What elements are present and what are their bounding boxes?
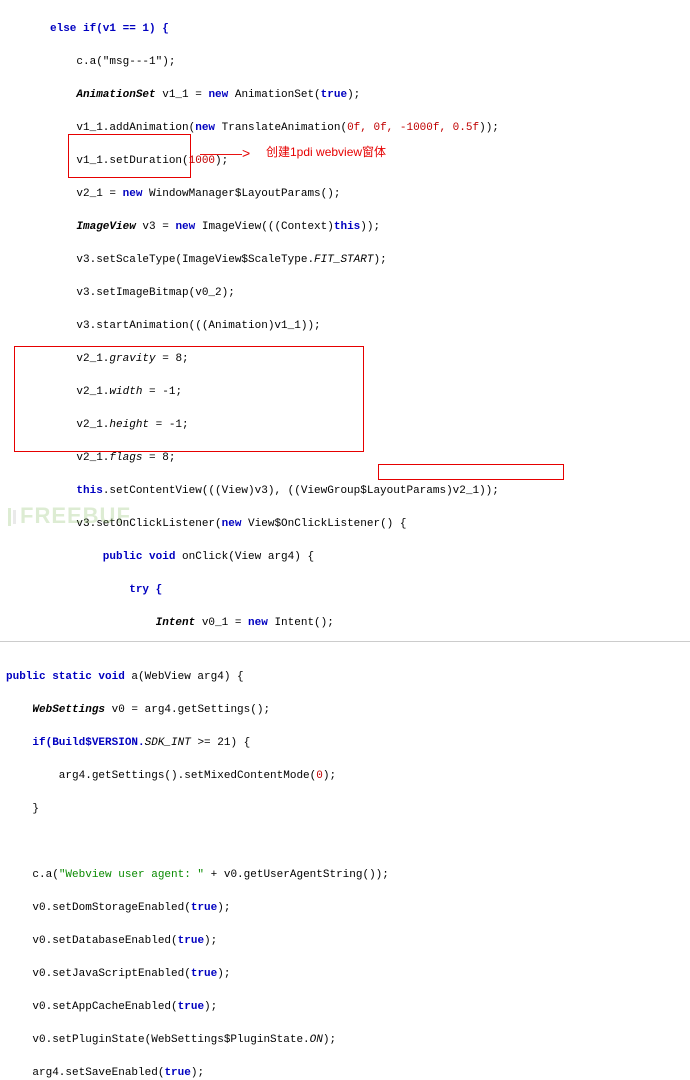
section-divider — [0, 641, 690, 642]
annotation-label: 创建1pdi webview窗体 — [266, 143, 386, 161]
arrow-icon: ———> — [200, 143, 250, 164]
code-block-bottom: public static void a(WebView arg4) { Web… — [0, 648, 690, 1080]
